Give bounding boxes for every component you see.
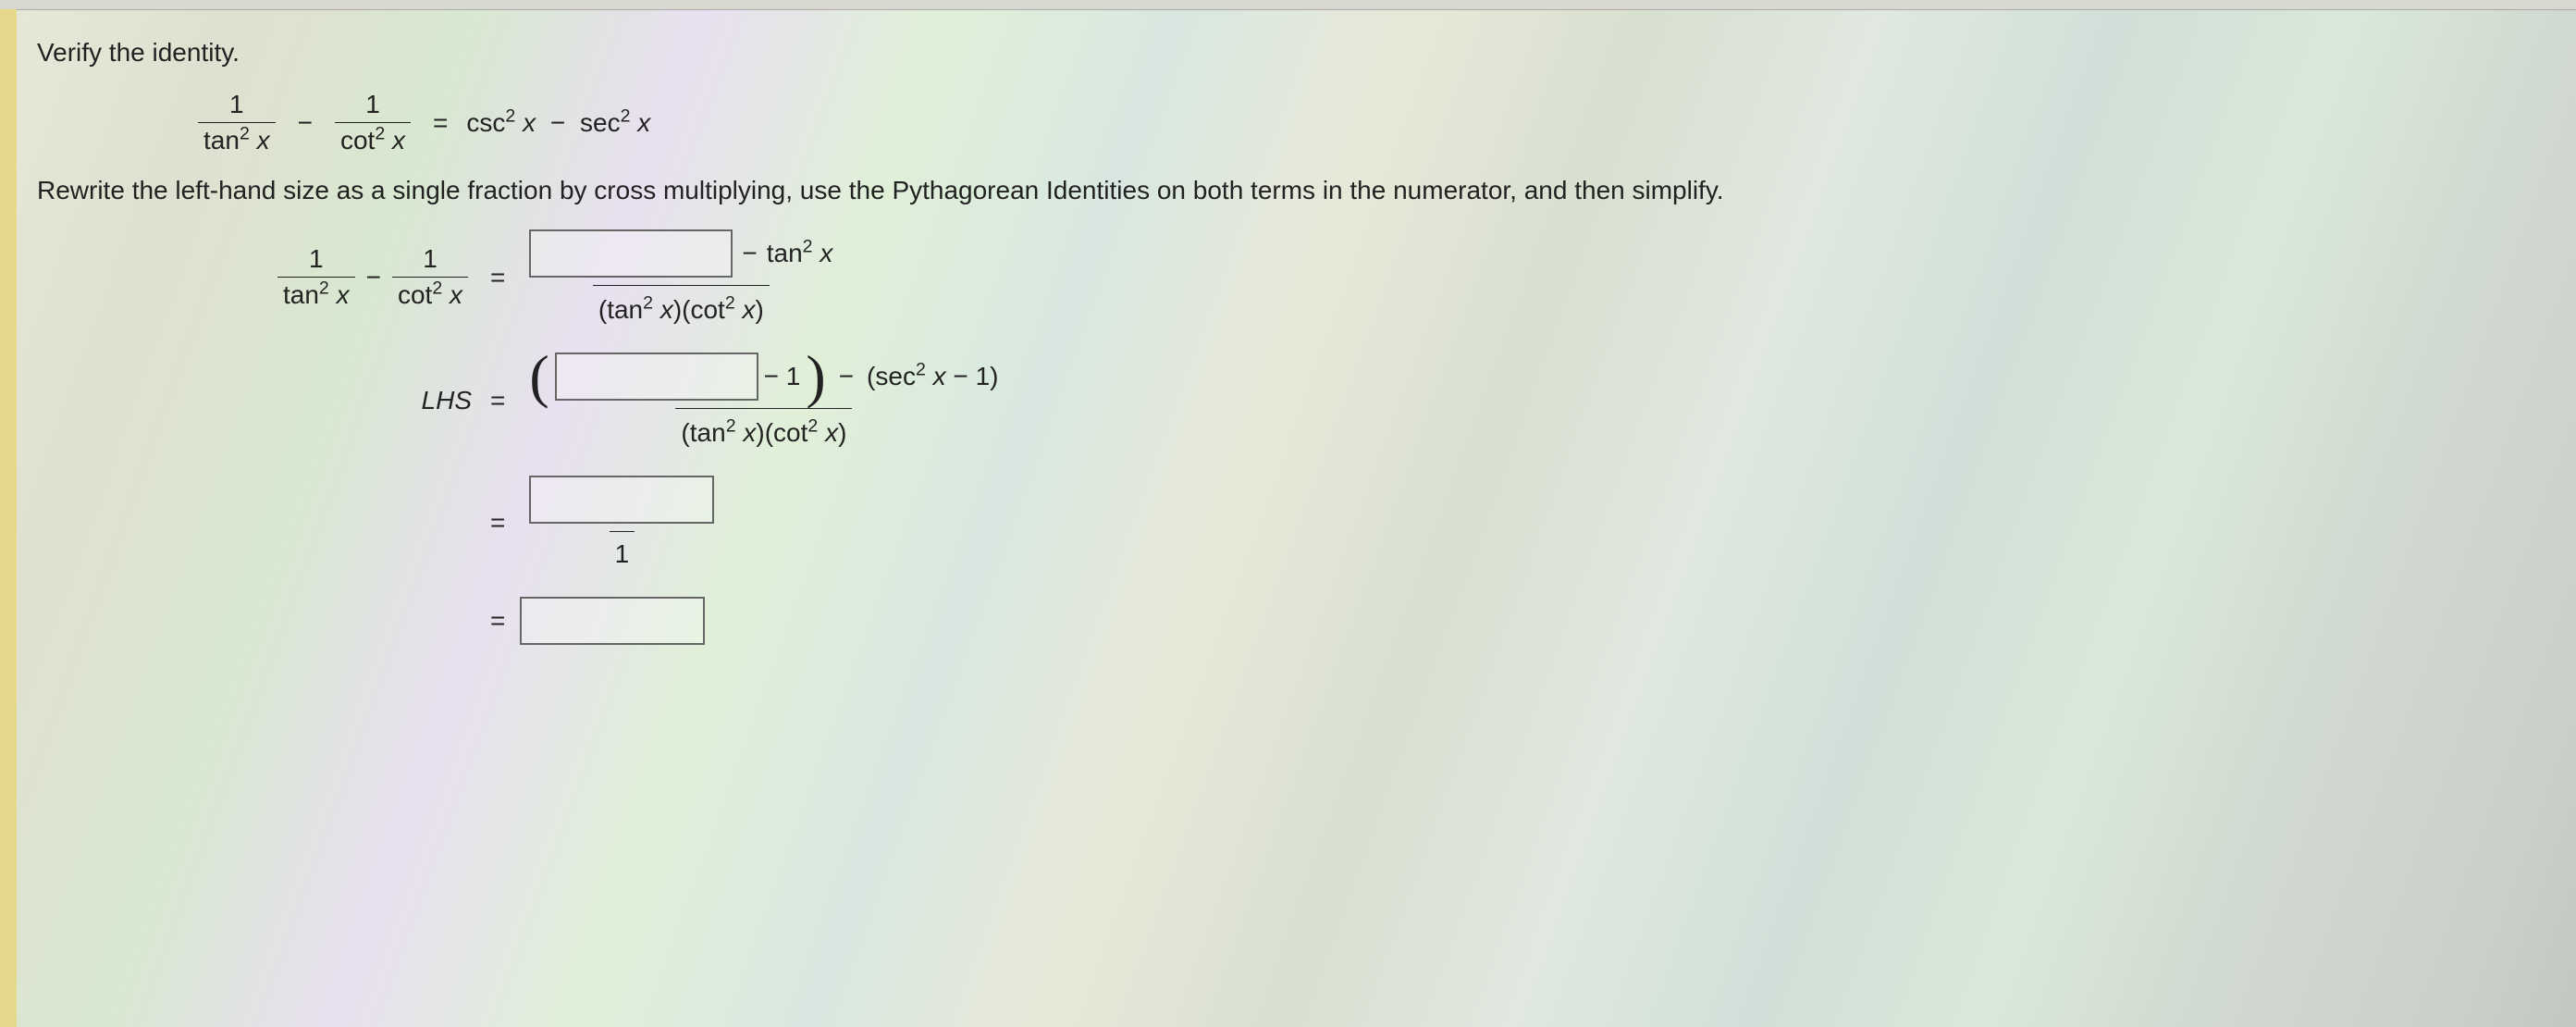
frac2-den: cot2 x — [335, 122, 411, 155]
frac1-den: tan2 x — [198, 122, 276, 155]
step-3-row: = 1 — [194, 476, 2539, 569]
frac1-num: 1 — [224, 90, 250, 122]
step-2-rhs: ( − 1 ) − (sec2 x − 1) (tan2 x)(cot2 x) — [520, 353, 1007, 448]
step1-lhs-frac2: 1 cot2 x — [392, 244, 468, 310]
step-3-rhs: 1 — [520, 476, 723, 569]
step-1-rhs: − tan2 x (tan2 x)(cot2 x) — [520, 229, 842, 325]
answer-input-3[interactable] — [529, 476, 714, 524]
answer-input-4[interactable] — [520, 597, 705, 645]
work-area: 1 tan2 x − 1 cot2 x = — [194, 229, 2539, 645]
step1-fraction: − tan2 x (tan2 x)(cot2 x) — [524, 229, 838, 325]
open-paren-icon: ( — [529, 353, 548, 400]
minus-op: − — [298, 108, 313, 138]
step-2-lhs: LHS — [194, 386, 483, 415]
step2-fraction: ( − 1 ) − (sec2 x − 1) (tan2 x)(cot2 x) — [524, 353, 1004, 448]
step3-fraction: 1 — [524, 476, 720, 569]
identity-lhs-frac1: 1 tan2 x — [198, 90, 276, 155]
top-border — [0, 0, 2576, 10]
step1-lhs-frac1: 1 tan2 x — [277, 244, 355, 310]
instruction-text: Rewrite the left-hand size as a single f… — [37, 176, 2539, 205]
step-1-row: 1 tan2 x − 1 cot2 x = — [194, 229, 2539, 325]
step-4-row: = — [194, 597, 2539, 645]
step2-equals: = — [490, 386, 505, 415]
left-accent-bar — [0, 9, 17, 1027]
step4-equals: = — [490, 606, 505, 636]
step-2-row: LHS = ( − 1 ) − (sec2 x − 1) — [194, 353, 2539, 448]
identity-lhs-frac2: 1 cot2 x — [335, 90, 411, 155]
close-paren-icon: ) — [806, 353, 825, 400]
step3-den: 1 — [610, 531, 635, 569]
step3-equals: = — [490, 508, 505, 538]
prompt-text: Verify the identity. — [37, 38, 2539, 68]
step-4-rhs — [520, 597, 705, 645]
step1-equals: = — [490, 263, 505, 292]
identity-rhs: csc2 x − sec2 x — [466, 108, 650, 138]
step-1-lhs: 1 tan2 x − 1 cot2 x — [194, 244, 483, 310]
answer-input-2[interactable] — [555, 353, 758, 401]
answer-input-1[interactable] — [529, 229, 733, 278]
equals-op: = — [433, 108, 448, 138]
question-content: Verify the identity. 1 tan2 x − 1 cot2 x… — [0, 10, 2576, 710]
lhs-label: LHS — [422, 386, 472, 415]
identity-equation: 1 tan2 x − 1 cot2 x = csc2 x − sec2 x — [194, 90, 650, 155]
frac2-num: 1 — [360, 90, 386, 122]
